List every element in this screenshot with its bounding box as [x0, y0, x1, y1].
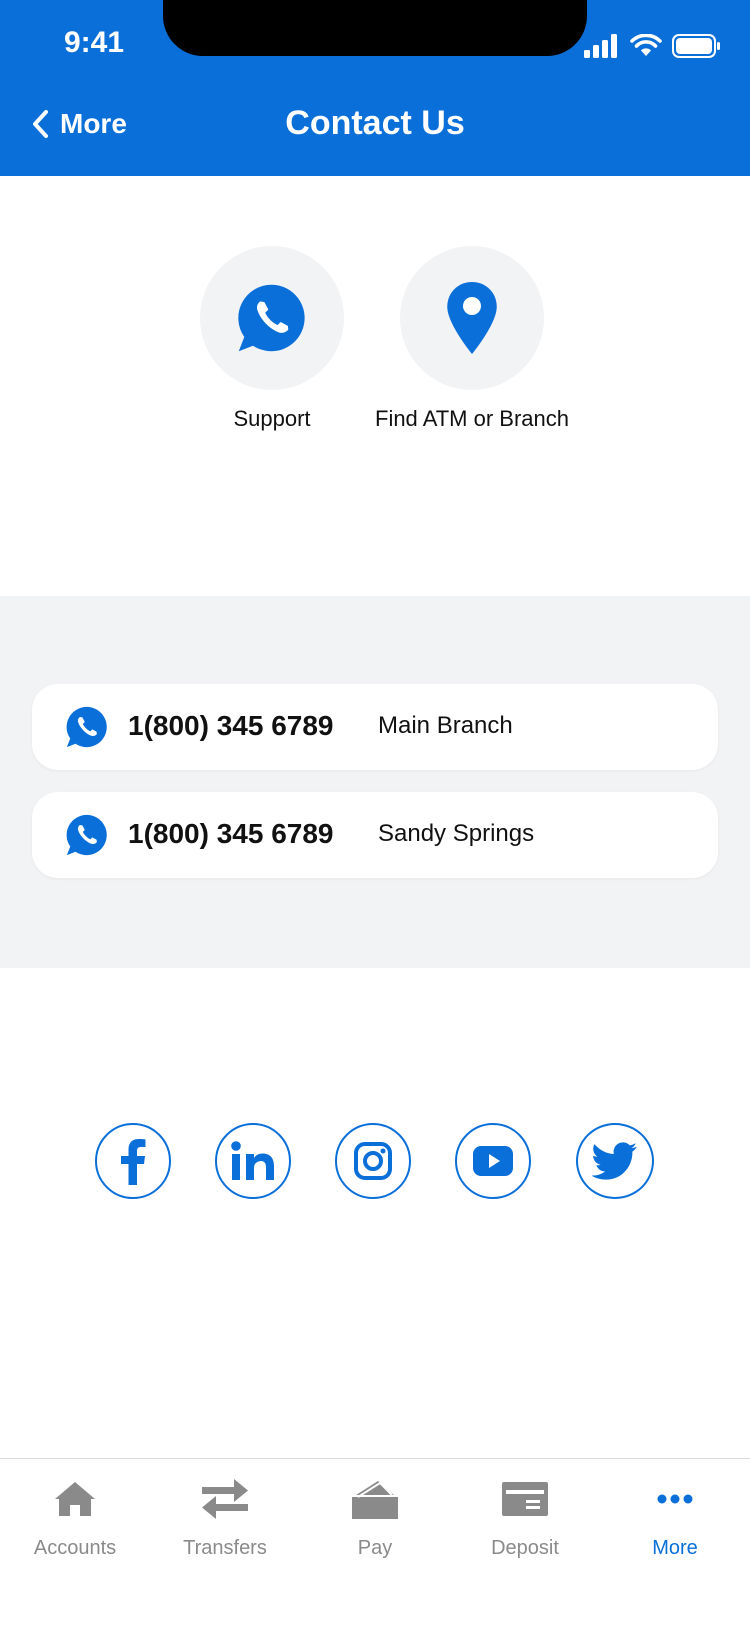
twitter-button[interactable] — [576, 1123, 654, 1199]
whatsapp-icon — [66, 814, 107, 856]
linkedin-icon — [231, 1141, 274, 1180]
status-icons — [584, 32, 720, 60]
youtube-icon — [473, 1146, 513, 1176]
whatsapp-phone-icon — [238, 284, 305, 352]
youtube-button[interactable] — [455, 1123, 531, 1199]
status-time: 9:41 — [64, 26, 125, 59]
phone-section: 1(800) 345 6789 Main Branch 1(800) 345 6… — [0, 596, 750, 968]
tab-deposit[interactable]: Deposit — [450, 1477, 600, 1560]
tab-pay[interactable]: Pay — [300, 1477, 450, 1560]
instagram-icon — [354, 1142, 392, 1180]
tab-more[interactable]: More — [600, 1477, 750, 1560]
branch-name: Main Branch — [378, 712, 513, 739]
nav-header: 9:41 More Contact Us — [0, 0, 750, 176]
tab-label: Accounts — [33, 1537, 117, 1559]
tab-label: Pay — [357, 1537, 393, 1559]
tab-label: More — [652, 1537, 698, 1559]
phone-card-sandy-springs[interactable]: 1(800) 345 6789 Sandy Springs — [32, 792, 718, 878]
tab-transfers[interactable]: Transfers — [150, 1477, 300, 1560]
linkedin-button[interactable] — [215, 1123, 291, 1199]
tab-accounts[interactable]: Accounts — [0, 1477, 150, 1560]
battery-icon — [672, 34, 720, 58]
branch-name: Sandy Springs — [378, 820, 535, 847]
phone-card-main-branch[interactable]: 1(800) 345 6789 Main Branch — [32, 684, 718, 770]
wifi-icon — [630, 34, 662, 56]
phone-number: 1(800) 345 6789 — [128, 710, 334, 741]
whatsapp-icon — [66, 706, 107, 748]
signal-icon — [584, 34, 617, 58]
page-title: Contact Us — [285, 104, 465, 142]
tab-label: Transfers — [183, 1537, 267, 1559]
twitter-icon — [592, 1142, 637, 1180]
device-notch — [163, 0, 587, 56]
facebook-button[interactable] — [95, 1123, 171, 1199]
phone-number: 1(800) 345 6789 — [128, 818, 334, 849]
facebook-icon — [121, 1139, 146, 1185]
home-icon — [55, 1482, 95, 1516]
pay-icon — [352, 1481, 398, 1519]
quick-actions: Support Find ATM or Branch — [0, 246, 750, 446]
find-atm-label: Find ATM or Branch — [375, 406, 569, 431]
tab-label: Deposit — [491, 1537, 559, 1559]
tab-bar: Accounts Transfers Pay Deposit More — [0, 1458, 750, 1625]
transfer-arrows-icon — [202, 1479, 248, 1519]
find-atm-action[interactable]: Find ATM or Branch — [352, 246, 592, 432]
location-pin-icon — [447, 282, 497, 354]
support-icon-circle — [200, 246, 344, 390]
check-deposit-icon — [502, 1482, 548, 1516]
find-atm-icon-circle — [400, 246, 544, 390]
instagram-button[interactable] — [335, 1123, 411, 1199]
more-dots-icon — [657, 1494, 693, 1504]
social-links — [0, 1123, 750, 1199]
